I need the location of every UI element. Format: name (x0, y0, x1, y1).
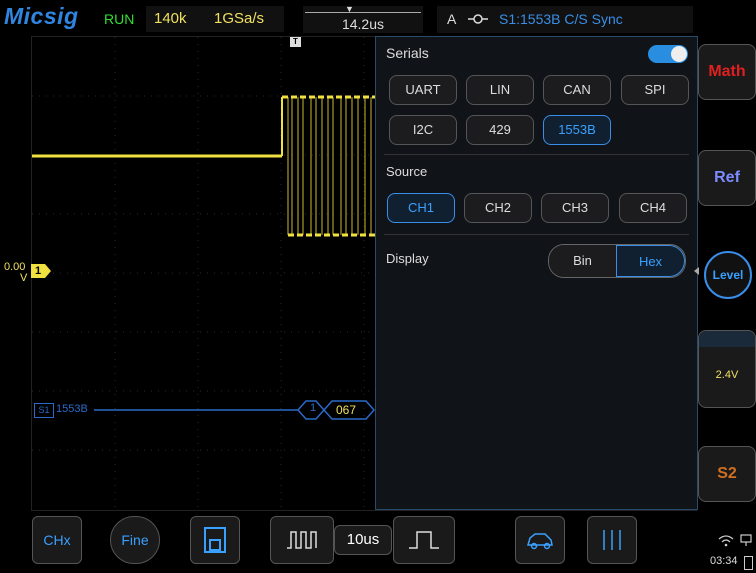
ch1-marker-arrow-icon (45, 264, 51, 278)
level-readout-header (699, 331, 755, 347)
cursor-lines-icon (603, 530, 621, 550)
trigger-position-box[interactable]: ▼ 14.2us (303, 4, 423, 33)
level-value: 2.4V (715, 369, 739, 381)
serials-panel: Serials UART LIN CAN SPI I2C 429 1553B S… (375, 36, 698, 510)
trigger-marker-icon[interactable]: T (290, 37, 301, 47)
chx-button[interactable]: CHx (32, 516, 82, 564)
ch1-trace (32, 95, 377, 237)
serials-enable-toggle[interactable] (648, 45, 688, 63)
decode-field-1: 1 (310, 402, 317, 414)
protocol-can-button[interactable]: CAN (543, 75, 611, 105)
serial-marker[interactable]: S1 (34, 403, 54, 418)
protocol-lin-button[interactable]: LIN (466, 75, 534, 105)
save-icon (204, 527, 226, 553)
trigger-position: 14.2us (341, 16, 385, 32)
micsig-logo: Micsig (4, 3, 79, 29)
run-status[interactable]: RUN (104, 11, 134, 27)
protocol-429-button[interactable]: 429 (466, 115, 534, 145)
trigger-channel: A (447, 11, 457, 27)
save-button[interactable] (190, 516, 240, 564)
serial-label: 1553B (56, 403, 88, 415)
usb-icon (739, 533, 753, 552)
car-icon (527, 533, 553, 550)
source-ch1-button[interactable]: CH1 (387, 193, 455, 223)
trigger-pointer-icon: ▼ (345, 4, 354, 14)
fine-button[interactable]: Fine (110, 516, 160, 564)
source-ch4-button[interactable]: CH4 (619, 193, 687, 223)
ch1-offset-unit: V (20, 272, 28, 284)
trigger-info-box[interactable]: A S1:1553B C/S Sync (437, 6, 693, 33)
auto-button[interactable] (515, 516, 565, 564)
ch1-marker[interactable]: 1 (31, 264, 45, 278)
trigger-description: S1:1553B C/S Sync (499, 11, 623, 27)
divider (384, 234, 689, 235)
panel-collapse-icon[interactable] (694, 267, 699, 275)
timebase-increase-button[interactable] (393, 516, 455, 564)
protocol-spi-button[interactable]: SPI (621, 75, 689, 105)
sample-rate: 1GSa/s (214, 10, 265, 27)
divider (384, 154, 689, 155)
acquisition-box[interactable]: 140k 1GSa/s (146, 6, 284, 32)
narrow-pulse-icon (287, 531, 317, 549)
ref-button[interactable]: Ref (698, 150, 756, 206)
memory-bar (305, 12, 421, 13)
source-ch2-button[interactable]: CH2 (464, 193, 532, 223)
wifi-icon (718, 534, 734, 552)
display-label: Display (386, 251, 429, 266)
protocol-uart-button[interactable]: UART (389, 75, 457, 105)
display-format-selector[interactable]: Bin Hex (548, 244, 686, 278)
memory-depth: 140k (154, 10, 187, 27)
timebase-value: 10us (334, 525, 392, 555)
source-ch3-button[interactable]: CH3 (541, 193, 609, 223)
display-bin-option[interactable]: Bin (549, 245, 616, 277)
s2-button[interactable]: S2 (698, 446, 756, 502)
clock: 03:34 (710, 555, 738, 567)
wide-pulse-icon (409, 531, 439, 549)
serials-title: Serials (386, 45, 429, 61)
protocol-1553b-button[interactable]: 1553B (543, 115, 611, 145)
battery-icon (744, 556, 753, 570)
timebase-decrease-button[interactable] (270, 516, 334, 564)
level-readout-box[interactable]: 2.4V (698, 330, 756, 408)
cursor-button[interactable] (587, 516, 637, 564)
display-hex-option[interactable]: Hex (616, 245, 685, 277)
level-button[interactable]: Level (704, 251, 752, 299)
decode-value: 067 (336, 403, 357, 417)
source-label: Source (386, 164, 428, 179)
math-button[interactable]: Math (698, 44, 756, 100)
protocol-i2c-button[interactable]: I2C (389, 115, 457, 145)
